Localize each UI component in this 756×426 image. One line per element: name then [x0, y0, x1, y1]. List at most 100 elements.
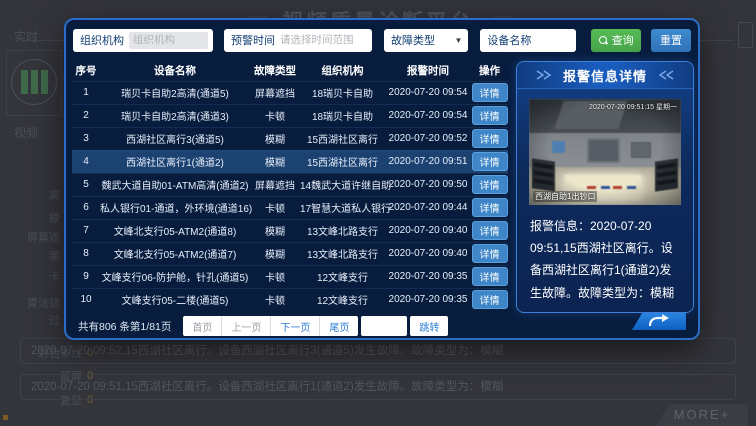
table-row[interactable]: 2 瑞贝卡自助2高清(通道3) 卡顿 18瑞贝卡自助 2020-07-20 09… [72, 104, 508, 127]
cell-fault-type: 模糊 [250, 219, 300, 242]
next-page-button[interactable]: 下一页 [271, 316, 320, 336]
table-row[interactable]: 7 文峰北支行05-ATM2(通道8) 模糊 13文峰北路支行 2020-07-… [72, 219, 508, 242]
detail-button[interactable]: 详情 [472, 129, 508, 148]
detail-button[interactable]: 详情 [472, 244, 508, 263]
cell-fault-type: 模糊 [250, 242, 300, 265]
cell-organization: 13文峰北路支行 [300, 219, 385, 242]
alarm-table-body: 1 瑞贝卡自助2高清(通道5) 屏幕遮挡 18瑞贝卡自助 2020-07-20 … [72, 81, 508, 311]
alarm-detail-panel: 报警信息详情 2020-07-20 09:51:15 星期一 西湖自助1出钞口 … [516, 61, 694, 313]
table-row[interactable]: 6 私人银行01-通道，外环境(通道16) 卡顿 17智慧大道私人银行 2020… [72, 196, 508, 219]
last-page-button[interactable]: 尾页 [320, 316, 358, 336]
cell-action: 详情 [471, 242, 508, 265]
cell-index: 9 [72, 265, 100, 288]
detail-header: 报警信息详情 [517, 62, 693, 89]
cell-organization: 13文峰北路支行 [300, 242, 385, 265]
table-row[interactable]: 10 文峰支行05-二楼(通道5) 卡顿 12文峰支行 2020-07-20 0… [72, 288, 508, 311]
table-row[interactable]: 3 西湖社区离行3(通道5) 模糊 15西湖社区离行 2020-07-20 09… [72, 127, 508, 150]
search-icon [599, 36, 608, 45]
cell-device-name: 瑞贝卡自助2高清(通道3) [100, 104, 250, 127]
table-row[interactable]: 9 文峰支行06-防护舱，针孔(通道5) 卡顿 12文峰支行 2020-07-2… [72, 265, 508, 288]
cell-organization: 18瑞贝卡自助 [300, 81, 385, 104]
detail-button[interactable]: 详情 [472, 290, 508, 309]
bg-stat-label: 过 [0, 312, 60, 328]
bg-stat-label: 算法错 [0, 295, 60, 311]
cell-index: 3 [72, 127, 100, 150]
cell-fault-type: 屏幕遮挡 [250, 81, 300, 104]
col-fault: 故障类型 [250, 60, 300, 81]
jump-button[interactable]: 跳转 [410, 316, 448, 336]
alarm-detail-message: 报警信息：2020-07-20 09:51,15西湖社区离行。设备西湖社区离行1… [517, 213, 693, 306]
detail-button[interactable]: 详情 [472, 221, 508, 240]
more-button[interactable]: MORE+ [656, 404, 748, 426]
col-time: 报警时间 [385, 60, 471, 81]
alarm-table: 序号 设备名称 故障类型 组织机构 报警时间 操作 1 瑞贝卡自助2高清(通道5… [72, 60, 508, 311]
device-gauge-panel [6, 50, 62, 116]
prev-page-button[interactable]: 上一页 [222, 316, 271, 336]
cell-index: 6 [72, 196, 100, 219]
cell-alarm-time: 2020-07-20 09:35 [385, 288, 471, 311]
pagination-summary: 共有806 条第1/81页 [78, 319, 171, 334]
camera-snapshot: 2020-07-20 09:51:15 星期一 西湖自助1出钞口 [529, 99, 681, 205]
cell-organization: 12文峰支行 [300, 265, 385, 288]
cell-fault-type: 模糊 [250, 150, 300, 173]
cell-fault-type: 卡顿 [250, 104, 300, 127]
time-label: 预警时间 [231, 32, 275, 48]
cell-device-name: 文峰北支行05-ATM2(通道7) [100, 242, 250, 265]
camera-timestamp-overlay: 2020-07-20 09:51:15 星期一 [589, 102, 677, 112]
cell-device-name: 西湖社区离行1(通道2) [100, 150, 250, 173]
cell-organization: 12文峰支行 [300, 288, 385, 311]
cell-device-name: 私人银行01-通道，外环境(通道16) [100, 196, 250, 219]
cell-alarm-time: 2020-07-20 09:50 [385, 173, 471, 196]
fault-label: 故障类型 [391, 32, 435, 48]
cell-action: 详情 [471, 81, 508, 104]
detail-button[interactable]: 详情 [472, 267, 508, 286]
table-row[interactable]: 4 西湖社区离行1(通道2) 模糊 15西湖社区离行 2020-07-20 09… [72, 150, 508, 173]
detail-button[interactable]: 详情 [472, 152, 508, 171]
bg-ticker: 2020-07-20 09:52,15西湖社区离行。设备西湖社区离行3(通道5)… [20, 338, 736, 410]
org-label: 组织机构 [80, 32, 124, 48]
table-header-row: 序号 设备名称 故障类型 组织机构 报警时间 操作 [72, 60, 508, 81]
ticker-text: 2020-07-20 09:51,15西湖社区离行。设备西湖社区离行1(通道2)… [31, 381, 503, 393]
return-button[interactable] [632, 310, 686, 330]
reset-button[interactable]: 重置 [651, 29, 691, 52]
page-jump-input[interactable] [361, 316, 407, 336]
detail-button[interactable]: 详情 [472, 198, 508, 217]
corner-decoration [738, 22, 753, 48]
cell-device-name: 瑞贝卡自助2高清(通道5) [100, 81, 250, 104]
header-decoration-left-icon [535, 70, 555, 80]
cell-organization: 17智慧大道私人银行 [300, 196, 385, 219]
fault-type-select[interactable]: ▼ [440, 32, 463, 49]
search-button[interactable]: 查询 [591, 29, 641, 52]
cell-device-name: 文峰北支行05-ATM2(通道8) [100, 219, 250, 242]
bg-stat-label: 模 [0, 210, 60, 226]
sidebar-realtime-label: 实时 [14, 28, 38, 45]
bg-stat-label: 黑 [0, 248, 60, 264]
alarm-modal: 组织机构 预警时间 故障类型 ▼ 设备名称 查询 重置 [64, 18, 700, 340]
col-index: 序号 [72, 60, 100, 81]
time-range-input[interactable] [280, 32, 367, 49]
org-input[interactable] [129, 32, 208, 49]
table-row[interactable]: 1 瑞贝卡自助2高清(通道5) 屏幕遮挡 18瑞贝卡自助 2020-07-20 … [72, 81, 508, 104]
ticker-item: 2020-07-20 09:51,15西湖社区离行。设备西湖社区离行1(通道2)… [20, 374, 736, 400]
device-filter: 设备名称 [480, 29, 576, 52]
cell-index: 1 [72, 81, 100, 104]
camera-name-overlay: 西湖自助1出钞口 [533, 191, 597, 202]
first-page-button[interactable]: 首页 [183, 316, 222, 336]
cell-action: 详情 [471, 127, 508, 150]
cell-alarm-time: 2020-07-20 09:52 [385, 127, 471, 150]
bg-stat-label: 屏幕遮 [0, 229, 60, 245]
detail-button[interactable]: 详情 [472, 106, 508, 125]
device-gauge-icon [11, 59, 57, 105]
detail-button[interactable]: 详情 [472, 175, 508, 194]
table-row[interactable]: 8 文峰北支行05-ATM2(通道7) 模糊 13文峰北路支行 2020-07-… [72, 242, 508, 265]
bg-stat-label: 离 [0, 187, 60, 203]
cell-alarm-time: 2020-07-20 09:54 [385, 104, 471, 127]
filter-bar: 组织机构 预警时间 故障类型 ▼ 设备名称 查询 重置 [73, 28, 691, 52]
device-name-input[interactable] [536, 32, 571, 49]
detail-button[interactable]: 详情 [472, 83, 508, 102]
bg-stat-label: 卡 [0, 268, 60, 284]
table-row[interactable]: 5 魏武大道自助01-ATM高清(通道2) 屏幕遮挡 14魏武大道许继自助 20… [72, 173, 508, 196]
cell-fault-type: 卡顿 [250, 196, 300, 219]
cell-fault-type: 模糊 [250, 127, 300, 150]
cell-action: 详情 [471, 196, 508, 219]
